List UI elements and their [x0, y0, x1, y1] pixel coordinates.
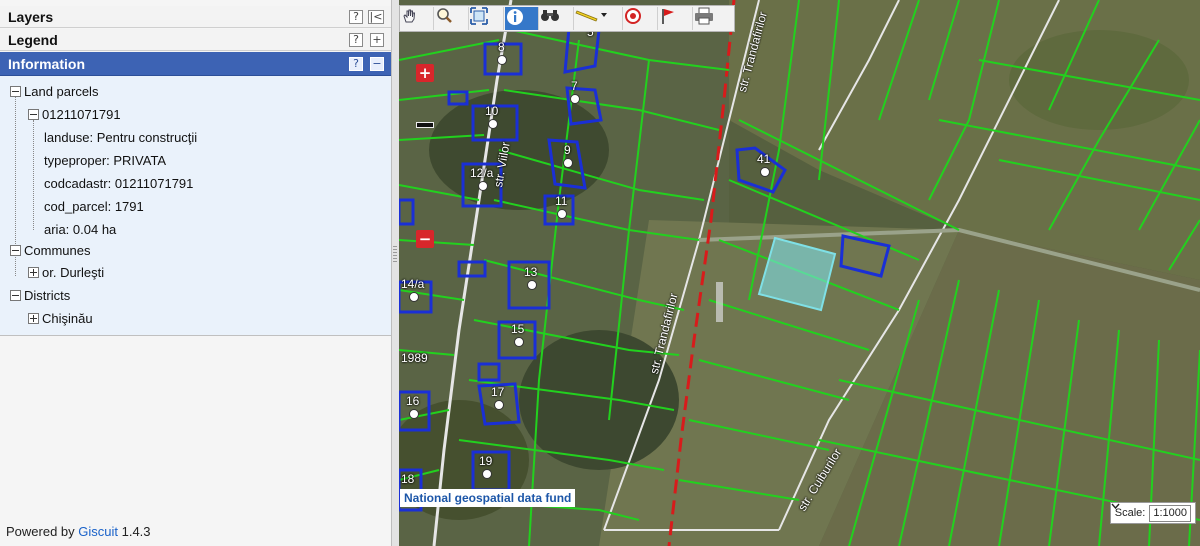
- layers-panel-title: Layers: [8, 9, 54, 25]
- collapse-panel-icon[interactable]: |<: [368, 10, 384, 24]
- tree-node-label: Districts: [24, 288, 71, 303]
- map-toolbar: [399, 5, 735, 32]
- tree-node-label: Chişinău: [42, 311, 93, 326]
- tree-node-commune-item[interactable]: or. Durleşti: [28, 263, 104, 283]
- target-icon: [625, 8, 641, 24]
- zoom-in-button[interactable]: +: [416, 64, 434, 82]
- layers-panel-header[interactable]: Layers ? |<: [0, 6, 391, 28]
- parcel-label: 12/a: [470, 166, 494, 191]
- splitter-grip-icon[interactable]: [393, 246, 397, 262]
- parcel-label: 11: [555, 194, 568, 219]
- powered-by-footer: Powered by Giscuit 1.4.3: [6, 524, 151, 539]
- map-canvas[interactable]: [399, 0, 1200, 546]
- scale-select[interactable]: 1:1000: [1111, 503, 1191, 522]
- chevron-down-icon: [1111, 503, 1120, 509]
- parcel-label: 7: [570, 79, 580, 104]
- attribute-codcadastr: codcadastr: 01211071791: [44, 176, 194, 191]
- scale-value: 1:1000: [1153, 507, 1187, 519]
- zoom-extent-tool-button[interactable]: [470, 7, 504, 30]
- attribution-label[interactable]: National geospatial data fund: [400, 489, 576, 507]
- legend-panel-header[interactable]: Legend ? +: [0, 29, 391, 51]
- tree-guide-line: [33, 120, 34, 230]
- collapse-minus-icon[interactable]: −: [370, 57, 384, 71]
- flag-tool-button[interactable]: [659, 7, 693, 30]
- help-icon[interactable]: ?: [349, 57, 363, 71]
- collapse-minus-icon[interactable]: [10, 245, 21, 257]
- tree-node-label: or. Durleşti: [42, 265, 105, 280]
- zoom-slider-handle[interactable]: [416, 122, 434, 128]
- pan-tool-button[interactable]: [400, 7, 434, 30]
- left-panel: Layers ? |< Legend ? + Information ? − L…: [0, 0, 392, 546]
- parcel-label: 41: [757, 152, 771, 177]
- tree-node-land-parcels[interactable]: Land parcels: [10, 82, 98, 102]
- attribute-landuse: landuse: Pentru construcţii: [44, 130, 198, 145]
- parcel-label: 8: [497, 40, 507, 65]
- parcel-label: 18: [401, 472, 415, 486]
- search-tool-button[interactable]: [540, 7, 574, 30]
- collapse-minus-icon[interactable]: [10, 86, 21, 98]
- print-tool-button[interactable]: [694, 7, 728, 30]
- information-tree: Land parcels 01211071791 landuse: Pentru…: [0, 76, 391, 336]
- parcel-label: 13: [524, 265, 538, 290]
- map-view[interactable]: 8 5 7 10 9 41 12/a 11 13 14/a 15 16 17 1…: [399, 0, 1200, 546]
- collapse-minus-icon[interactable]: [28, 109, 39, 121]
- tree-node-label: Land parcels: [24, 84, 99, 99]
- zoom-in-magnifier-icon: [437, 8, 452, 23]
- information-panel-header[interactable]: Information ? −: [0, 52, 391, 76]
- tree-node-label: 01211071791: [42, 107, 121, 122]
- parcel-label: 19: [479, 454, 493, 479]
- attribute-aria: aria: 0.04 ha: [44, 222, 117, 237]
- print-icon: [695, 7, 713, 25]
- tree-node-districts[interactable]: Districts: [10, 286, 70, 306]
- zoom-in-tool-button[interactable]: [435, 7, 469, 30]
- attribute-cod-parcel: cod_parcel: 1791: [44, 199, 144, 214]
- legend-panel-title: Legend: [8, 32, 58, 48]
- parcel-label: 14/a: [401, 277, 425, 302]
- parcel-label: 15: [511, 322, 525, 347]
- tree-node-parcel[interactable]: 01211071791: [28, 105, 121, 125]
- attribute-typeproper: typeproper: PRIVATA: [44, 153, 167, 168]
- help-icon[interactable]: ?: [349, 33, 363, 47]
- measure-tool-button[interactable]: [575, 7, 623, 30]
- info-tool-button[interactable]: [505, 7, 539, 30]
- expand-plus-icon[interactable]: +: [370, 33, 384, 47]
- zoom-extent-icon: [470, 7, 488, 25]
- zoom-out-button[interactable]: −: [416, 230, 434, 248]
- parcel-label: 16: [406, 394, 420, 419]
- target-tool-button[interactable]: [624, 7, 658, 30]
- expand-plus-icon[interactable]: [28, 267, 39, 279]
- help-icon[interactable]: ?: [349, 10, 363, 24]
- tree-node-label: Communes: [24, 243, 91, 258]
- collapse-minus-icon[interactable]: [10, 290, 21, 302]
- tree-node-communes[interactable]: Communes: [10, 241, 90, 261]
- giscuit-link[interactable]: Giscuit: [78, 524, 118, 539]
- expand-plus-icon[interactable]: [28, 313, 39, 325]
- info-icon: [507, 9, 523, 25]
- information-panel-title: Information: [8, 56, 85, 72]
- scale-control: Scale: 1:1000: [1109, 502, 1196, 524]
- parcel-label: 10: [485, 104, 499, 129]
- pan-hand-icon: [403, 9, 416, 23]
- footer-version: 1.4.3: [118, 524, 151, 539]
- parcel-label: 17: [491, 385, 505, 410]
- panel-splitter[interactable]: [392, 0, 399, 546]
- binoculars-icon: [541, 10, 559, 21]
- measure-ruler-icon: [575, 10, 607, 22]
- footer-prefix: Powered by: [6, 524, 79, 539]
- edge-label: 1989: [401, 351, 428, 365]
- flag-icon: [662, 9, 674, 24]
- parcel-label: 9: [563, 143, 573, 168]
- tree-node-district-item[interactable]: Chişinău: [28, 309, 93, 329]
